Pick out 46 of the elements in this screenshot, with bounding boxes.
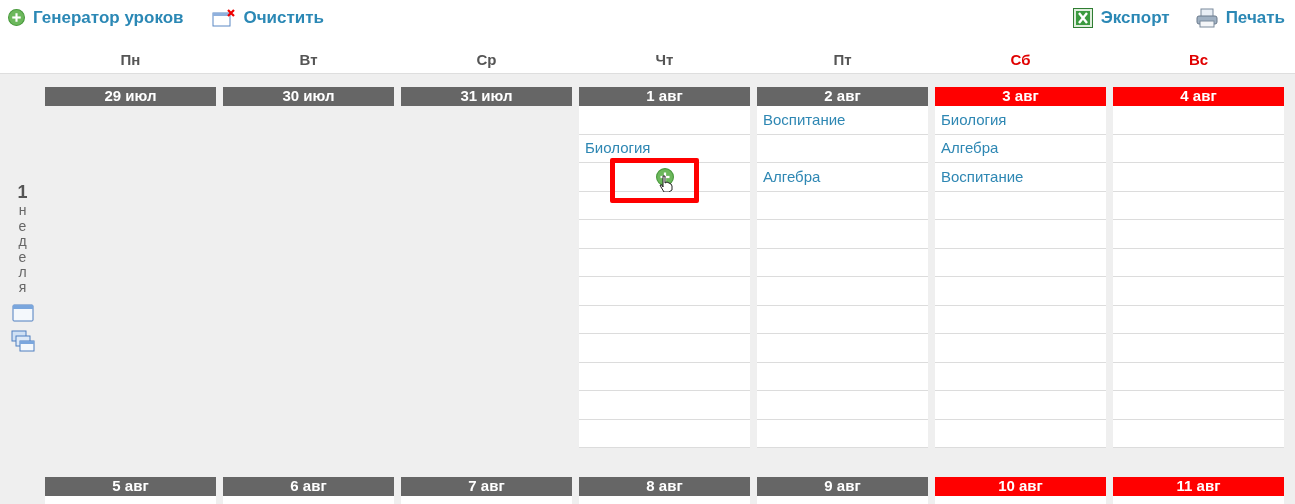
window-icon[interactable] bbox=[11, 303, 34, 322]
date-bar: 6 авг bbox=[223, 477, 394, 496]
weekday-label: Чт bbox=[655, 49, 674, 70]
week-number: 1 bbox=[17, 183, 28, 202]
weekday-label: Ср bbox=[476, 49, 497, 70]
date-bar: 5 авг bbox=[45, 477, 216, 496]
lesson-slot[interactable]: Алгебра bbox=[757, 163, 928, 192]
date-bar: 29 июл bbox=[45, 87, 216, 106]
subject-link[interactable]: Алгебра bbox=[763, 165, 821, 188]
subject-link[interactable]: Воспитание bbox=[941, 165, 1024, 188]
date-bar: 30 июл bbox=[223, 87, 394, 106]
toolbar-button[interactable]: Экспорт bbox=[1072, 4, 1170, 31]
date-bar: 10 авг bbox=[935, 477, 1106, 496]
date-bar: 31 июл bbox=[401, 87, 572, 106]
date-bar: 11 авг bbox=[1113, 477, 1284, 496]
stacked-windows-icon[interactable] bbox=[10, 329, 35, 352]
date-bar: 4 авг bbox=[1113, 87, 1284, 106]
toolbar-button[interactable]: Очистить bbox=[211, 4, 325, 31]
lesson-slot[interactable]: Биология bbox=[935, 106, 1106, 135]
subject-link[interactable]: Биология bbox=[585, 137, 651, 160]
weekday-label: Сб bbox=[1010, 49, 1031, 70]
lesson-slot[interactable]: Воспитание bbox=[757, 106, 928, 135]
printer-icon bbox=[1195, 7, 1218, 28]
toolbar-button[interactable]: Генератор уроков bbox=[8, 4, 184, 31]
date-bar: 2 авг bbox=[757, 87, 928, 106]
lesson-slot[interactable] bbox=[579, 163, 750, 192]
date-bar: 1 авг bbox=[579, 87, 750, 106]
weekday-label: Вс bbox=[1188, 49, 1209, 70]
week-label: неделя bbox=[17, 203, 28, 296]
weekday-label: Вт bbox=[299, 49, 318, 70]
weekday-label: Пн bbox=[120, 49, 141, 70]
date-bar: 8 авг bbox=[579, 477, 750, 496]
subject-link[interactable]: Воспитание bbox=[763, 108, 846, 131]
window-close-icon bbox=[211, 8, 236, 27]
subject-link[interactable]: Биология bbox=[941, 108, 1007, 131]
date-bar: 9 авг bbox=[757, 477, 928, 496]
weekday-label: Пт bbox=[833, 49, 852, 70]
subject-link[interactable]: Алгебра bbox=[941, 137, 999, 160]
lesson-slot[interactable]: Воспитание bbox=[935, 163, 1106, 192]
plus-icon bbox=[8, 9, 25, 26]
lesson-slot[interactable]: Алгебра bbox=[935, 134, 1106, 163]
date-bar: 3 авг bbox=[935, 87, 1106, 106]
toolbar-button[interactable]: Печать bbox=[1195, 4, 1285, 31]
date-bar: 7 авг bbox=[401, 477, 572, 496]
spreadsheet-icon bbox=[1072, 7, 1093, 28]
hand-cursor-icon bbox=[659, 175, 673, 193]
